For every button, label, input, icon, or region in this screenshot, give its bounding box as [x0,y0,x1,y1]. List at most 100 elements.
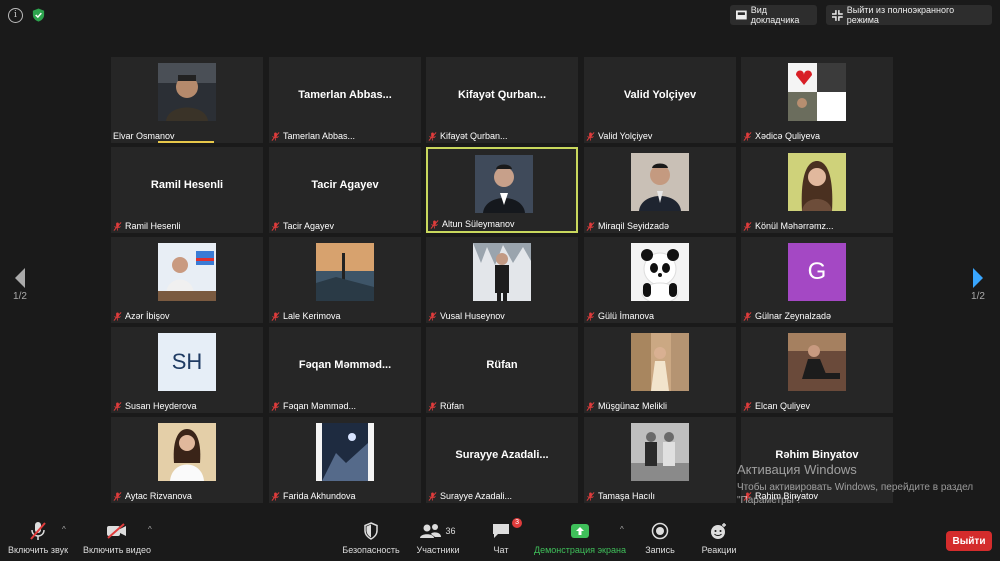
mic-muted-icon [743,221,752,231]
unmute-button[interactable]: Включить звук [6,521,70,555]
participant-tile[interactable]: Surayye Azadali... Surayye Azadali... [426,417,578,503]
mic-muted-icon [271,131,280,141]
participant-photo [316,243,374,301]
participant-name: Könül Məhərrəmz... [755,221,834,231]
participant-tile[interactable]: Altun Süleymanov [426,147,578,233]
start-video-label: Включить видео [83,545,151,555]
participant-label: Altun Süleymanov [430,219,515,229]
participant-tile[interactable]: Könül Məhərrəmz... [741,147,893,233]
participants-button[interactable]: 36 Участники [412,521,464,555]
leave-meeting-button[interactable]: Выйти [946,531,992,551]
participant-name-center: Valid Yolçiyev [623,89,697,101]
share-screen-label: Демонстрация экрана [534,545,626,555]
shield-check-icon[interactable] [31,7,46,23]
participant-tile[interactable]: Azər İbişov [111,237,263,323]
speaker-view-button[interactable]: Вид докладчика [730,5,817,25]
participant-tile[interactable]: Aytac Rizvanova [111,417,263,503]
participant-photo [788,63,846,121]
participant-tile[interactable]: Rüfan Rüfan [426,327,578,413]
info-icon[interactable]: i [8,8,23,23]
prev-page[interactable]: 1/2 [10,268,30,302]
participant-avatar: SH [158,333,216,391]
mic-muted-icon [428,131,437,141]
participant-tile[interactable]: Kifayət Qurban... Kifayət Qurban... [426,57,578,143]
start-video-button[interactable]: Включить видео [82,521,152,555]
participant-grid: Elvar Osmanov Tamerlan Abbas... Tamerlan A… [111,57,893,503]
shield-icon [364,522,378,540]
mic-muted-icon [113,311,122,321]
participant-tile[interactable]: Ramil Hesenli Ramil Hesenli [111,147,263,233]
participant-tile[interactable]: Miraqil Seyidzadə [584,147,736,233]
video-options-caret[interactable]: ^ [148,525,152,534]
share-options-caret[interactable]: ^ [620,525,624,534]
participant-photo [158,423,216,481]
participant-label: Xədicə Quliyeva [743,131,820,141]
next-page[interactable]: 1/2 [968,268,988,302]
participant-label: Susan Heyderova [113,401,197,411]
exit-fullscreen-button[interactable]: Выйти из полноэкранного режима [826,5,992,25]
mic-muted-icon [113,401,122,411]
video-off-icon [107,523,126,539]
chevron-right-icon [973,268,983,288]
meeting-toolbar: Включить звук ^ Включить видео ^ Безопас… [0,515,1000,561]
participant-name: Ramil Hesenli [125,221,181,231]
mic-muted-icon [586,491,595,501]
reactions-label: Реакции [701,545,737,555]
participant-label: Gülü İmanova [586,311,654,321]
participants-count: 36 [445,526,456,536]
participant-tile[interactable]: Elcan Quliyev [741,327,893,413]
participant-tile[interactable]: G Gülnar Zeynalzadə [741,237,893,323]
participant-label: Elvar Osmanov [113,131,175,141]
mic-muted-icon [743,401,752,411]
participant-name: Tacir Agayev [283,221,335,231]
participant-tile[interactable]: Elvar Osmanov [111,57,263,143]
mic-muted-icon [586,401,595,411]
participant-name-center: Rüfan [486,359,518,371]
speaker-view-label: Вид докладчика [750,5,800,25]
windows-activation-watermark: Активация Windows Чтобы активировать Win… [737,462,987,507]
record-button[interactable]: Запись [642,521,678,555]
participant-tile[interactable]: Müşgünaz Melikli [584,327,736,413]
participant-tile[interactable]: Tamaşa Hacılı [584,417,736,503]
participant-photo [631,153,689,211]
participant-name: Elvar Osmanov [113,131,175,141]
participant-tile[interactable]: Vusal Huseynov [426,237,578,323]
participant-tile[interactable]: Tacir Agayev Tacir Agayev [269,147,421,233]
participant-name: Valid Yolçiyev [598,131,653,141]
chevron-left-icon [15,268,25,288]
participant-photo [475,155,533,213]
record-icon [651,522,669,540]
speaker-view-icon [736,10,747,20]
participant-name-center: Surayye Azadali... [455,449,549,461]
participant-tile[interactable]: Tamerlan Abbas... Tamerlan Abbas... [269,57,421,143]
reactions-button[interactable]: Реакции [700,521,738,555]
share-screen-button[interactable]: Демонстрация экрана [532,521,628,555]
participant-tile[interactable]: Farida Akhundova [269,417,421,503]
participant-photo [631,243,689,301]
page-indicator-right: 1/2 [971,291,985,302]
speaking-indicator [158,141,214,143]
participant-name: Miraqil Seyidzadə [598,221,670,231]
participant-name: Lale Kerimova [283,311,341,321]
mic-muted-icon [430,219,439,229]
participant-name: Kifayət Qurban... [440,131,508,141]
security-label: Безопасность [342,545,400,555]
audio-options-caret[interactable]: ^ [62,525,66,534]
chat-badge: 3 [512,518,522,528]
participant-tile[interactable]: Xədicə Quliyeva [741,57,893,143]
mic-muted-icon [586,221,595,231]
participant-tile[interactable]: SH Susan Heyderova [111,327,263,413]
participant-tile[interactable]: Valid Yolçiyev Valid Yolçiyev [584,57,736,143]
participant-tile[interactable]: Fəqan Məmməd... Fəqan Məmməd... [269,327,421,413]
security-button[interactable]: Безопасность [340,521,402,555]
participant-tile[interactable]: Gülü İmanova [584,237,736,323]
mic-muted-icon [271,401,280,411]
participant-photo [631,423,689,481]
participant-photo [788,333,846,391]
participant-name-center: Kifayət Qurban... [457,89,547,101]
participant-label: Tacir Agayev [271,221,334,231]
participant-name-center: Tamerlan Abbas... [298,89,392,101]
participant-photo [473,243,531,301]
participant-tile[interactable]: Lale Kerimova [269,237,421,323]
chat-button[interactable]: 3 Чат [486,518,522,555]
